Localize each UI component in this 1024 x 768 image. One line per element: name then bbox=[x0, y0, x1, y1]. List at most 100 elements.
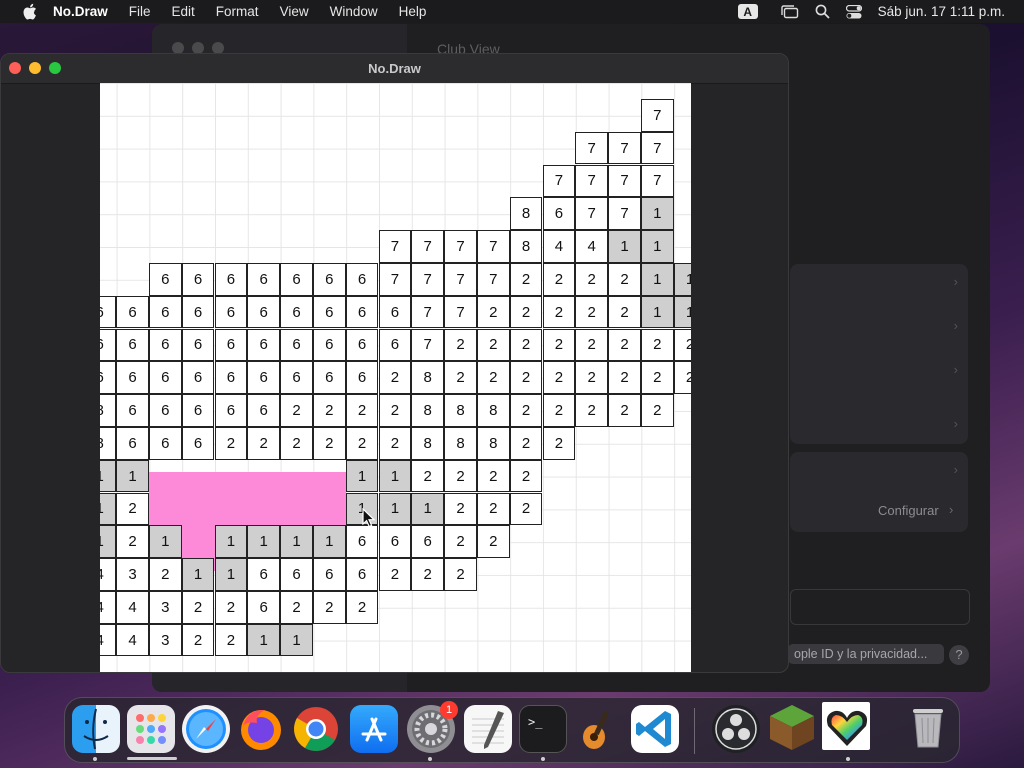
grid-cell[interactable]: 6 bbox=[214, 394, 248, 427]
grid-cell[interactable]: 1 bbox=[214, 558, 248, 591]
grid-cell[interactable]: 6 bbox=[345, 328, 379, 362]
grid-cell[interactable]: 2 bbox=[345, 590, 379, 624]
grid-cell[interactable]: 3 bbox=[148, 623, 182, 657]
grid-cell[interactable]: 4 bbox=[100, 558, 117, 591]
grid-cell[interactable]: 6 bbox=[148, 295, 182, 329]
launchpad-icon[interactable] bbox=[127, 705, 175, 753]
terminal-icon[interactable]: >_ bbox=[519, 705, 567, 753]
grid-cell[interactable]: 2 bbox=[542, 262, 576, 296]
grid-cell[interactable]: 8 bbox=[509, 197, 543, 231]
grid-cell[interactable]: 2 bbox=[509, 492, 543, 526]
grid-cell[interactable]: 6 bbox=[247, 328, 281, 362]
vscode-icon[interactable] bbox=[631, 705, 679, 753]
grid-cell[interactable]: 6 bbox=[312, 328, 346, 362]
minecraft-icon[interactable] bbox=[767, 702, 815, 750]
grid-cell[interactable]: 2 bbox=[509, 361, 543, 395]
grid-cell[interactable]: 6 bbox=[280, 262, 313, 296]
grid-cell[interactable]: 2 bbox=[444, 525, 477, 559]
grid-cell[interactable]: 2 bbox=[378, 426, 412, 460]
grid-cell[interactable]: 2 bbox=[411, 558, 445, 591]
help-button[interactable]: ? bbox=[949, 645, 969, 665]
menu-view[interactable]: View bbox=[280, 4, 309, 19]
grid-cell[interactable]: 1 bbox=[640, 230, 674, 263]
textedit-icon[interactable] bbox=[464, 705, 512, 753]
grid-cell[interactable]: 8 bbox=[100, 426, 117, 460]
finder-icon[interactable] bbox=[72, 705, 120, 753]
grid-cell[interactable]: 6 bbox=[542, 197, 576, 231]
grid-cell[interactable]: 6 bbox=[148, 262, 182, 296]
grid-cell[interactable]: 8 bbox=[476, 394, 510, 427]
grid-cell[interactable]: 2 bbox=[312, 426, 346, 460]
nodraw-icon[interactable] bbox=[822, 702, 870, 750]
grid-cell[interactable]: 1 bbox=[148, 525, 182, 559]
grid-cell[interactable]: 8 bbox=[411, 361, 445, 395]
grid-cell[interactable]: 8 bbox=[476, 426, 510, 460]
grid-cell[interactable]: 2 bbox=[640, 394, 674, 427]
grid-cell[interactable]: 2 bbox=[444, 558, 477, 591]
grid-cell[interactable]: 4 bbox=[100, 623, 117, 657]
grid-cell[interactable]: 2 bbox=[247, 426, 281, 460]
grid-cell[interactable]: 2 bbox=[509, 295, 543, 329]
grid-cell[interactable]: 6 bbox=[411, 525, 445, 559]
grid-cell[interactable]: 1 bbox=[608, 230, 641, 263]
grid-cell[interactable]: 7 bbox=[640, 164, 674, 198]
grid-cell[interactable]: 2 bbox=[116, 492, 149, 526]
firefox-icon[interactable] bbox=[237, 705, 285, 753]
grid-cell[interactable]: 6 bbox=[148, 328, 182, 362]
settings-field[interactable] bbox=[790, 589, 970, 625]
chevron-right-icon[interactable]: › bbox=[954, 318, 958, 333]
grid-cell[interactable]: 3 bbox=[116, 558, 149, 591]
grid-cell[interactable]: 6 bbox=[312, 262, 346, 296]
grid-cell[interactable]: 8 bbox=[444, 426, 477, 460]
grid-cell[interactable]: 1 bbox=[673, 262, 691, 296]
grid-cell[interactable]: 7 bbox=[575, 164, 609, 198]
grid-cell[interactable]: 8 bbox=[444, 394, 477, 427]
grid-cell[interactable]: 6 bbox=[345, 558, 379, 591]
grid-cell[interactable]: 6 bbox=[345, 295, 379, 329]
grid-cell[interactable]: 7 bbox=[378, 230, 412, 263]
grid-cell[interactable]: 6 bbox=[116, 394, 149, 427]
grid-cell[interactable]: 2 bbox=[181, 590, 215, 624]
stage-manager-icon[interactable] bbox=[780, 4, 799, 19]
grid-cell[interactable]: 1 bbox=[100, 459, 117, 493]
grid-cell[interactable]: 6 bbox=[280, 328, 313, 362]
grid-cell[interactable]: 6 bbox=[247, 394, 281, 427]
grid-cell[interactable]: 6 bbox=[214, 361, 248, 395]
grid-cell[interactable]: 2 bbox=[608, 394, 641, 427]
grid-cell[interactable]: 2 bbox=[476, 328, 510, 362]
grid-cell[interactable]: 6 bbox=[181, 328, 215, 362]
grid-cell[interactable]: 7 bbox=[411, 295, 445, 329]
grid-cell[interactable]: 1 bbox=[378, 459, 412, 493]
grid-cell[interactable]: 8 bbox=[411, 426, 445, 460]
chevron-right-icon[interactable]: › bbox=[954, 416, 958, 431]
grid-cell[interactable]: 6 bbox=[148, 361, 182, 395]
grid-cell[interactable]: 6 bbox=[280, 558, 313, 591]
grid-cell[interactable]: 1 bbox=[673, 295, 691, 329]
grid-cell[interactable]: 2 bbox=[509, 426, 543, 460]
grid-cell[interactable]: 6 bbox=[181, 361, 215, 395]
grid-cell[interactable]: 7 bbox=[640, 98, 674, 132]
grid-cell[interactable]: 6 bbox=[100, 328, 117, 362]
grid-cell[interactable]: 2 bbox=[575, 361, 609, 395]
grid-cell[interactable]: 1 bbox=[280, 525, 313, 559]
grid-cell[interactable]: 6 bbox=[280, 295, 313, 329]
grid-cell[interactable]: 2 bbox=[148, 558, 182, 591]
grid-cell[interactable]: 6 bbox=[214, 295, 248, 329]
grid-cell[interactable]: 7 bbox=[378, 262, 412, 296]
chevron-right-icon[interactable]: › bbox=[954, 462, 958, 477]
grid-cell[interactable]: 3 bbox=[148, 590, 182, 624]
grid-cell[interactable]: 6 bbox=[280, 361, 313, 395]
menu-file[interactable]: File bbox=[129, 4, 151, 19]
chrome-icon[interactable] bbox=[292, 705, 340, 753]
grid-cell[interactable]: 4 bbox=[542, 230, 576, 263]
grid-cell[interactable]: 6 bbox=[116, 295, 149, 329]
grid-cell[interactable]: 1 bbox=[100, 492, 117, 526]
grid-cell[interactable]: 1 bbox=[280, 623, 313, 657]
control-center-icon[interactable] bbox=[845, 4, 862, 19]
grid-cell[interactable]: 2 bbox=[411, 459, 445, 493]
grid-cell[interactable]: 2 bbox=[444, 459, 477, 493]
grid-cell[interactable]: 2 bbox=[640, 328, 674, 362]
grid-cell[interactable]: 1 bbox=[100, 525, 117, 559]
grid-cell[interactable]: 6 bbox=[247, 558, 281, 591]
grid-cell[interactable]: 6 bbox=[312, 558, 346, 591]
